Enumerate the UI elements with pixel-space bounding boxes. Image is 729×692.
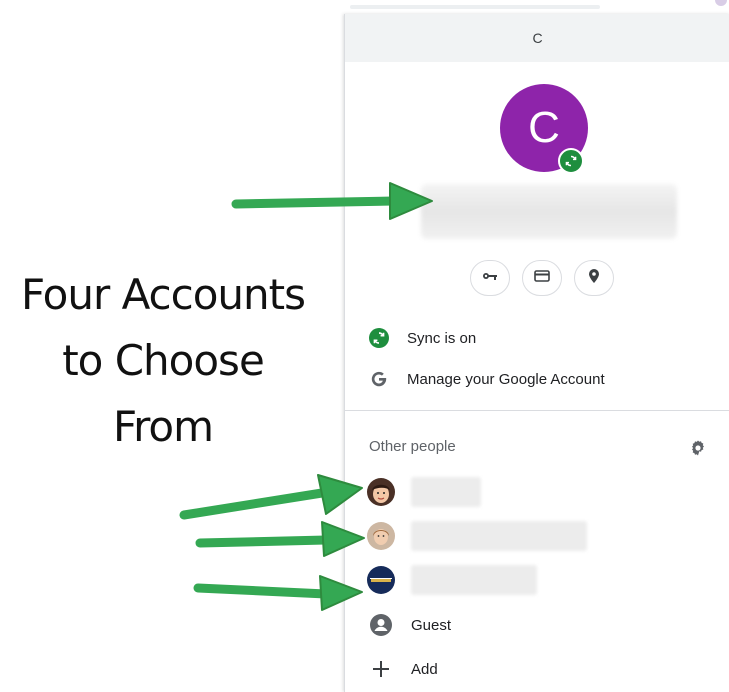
add-label: Add: [411, 660, 438, 678]
profile-menu-panel: C C Sync is on Manage your Google Accoun…: [344, 14, 729, 692]
add-person-item[interactable]: Add: [369, 657, 438, 681]
credit-card-icon: [533, 267, 551, 290]
manage-account-label: Manage your Google Account: [407, 370, 605, 388]
annotation-line-1: Four Accounts: [20, 270, 306, 319]
gear-icon[interactable]: [688, 438, 708, 458]
toolbar-edge: [350, 5, 600, 9]
person-name-redacted: [411, 565, 537, 595]
browser-toolbar-strip: [340, 0, 729, 12]
profile-avatar-wrap[interactable]: C: [500, 84, 588, 174]
addresses-button[interactable]: [574, 260, 614, 296]
guest-account-icon: [369, 613, 393, 637]
location-pin-icon: [585, 267, 603, 290]
person-avatar: [367, 522, 395, 550]
manage-google-account-item[interactable]: Manage your Google Account: [367, 367, 605, 391]
sync-badge-icon: [558, 148, 584, 174]
annotation-line-3: From: [112, 402, 214, 451]
guest-label: Guest: [411, 616, 452, 634]
other-people-title: Other people: [369, 438, 456, 455]
person-avatar: [367, 478, 395, 506]
guest-item[interactable]: Guest: [369, 613, 451, 637]
key-icon: [481, 267, 499, 290]
person-name-redacted: [411, 521, 587, 551]
arrow-to-person-3: [193, 575, 363, 611]
payment-methods-button[interactable]: [522, 260, 562, 296]
panel-header: C: [345, 14, 729, 62]
panel-header-title: C: [532, 30, 543, 46]
annotation-line-2: to Choose: [62, 336, 265, 385]
sync-status-item[interactable]: Sync is on: [367, 326, 476, 350]
sync-icon: [367, 326, 391, 350]
arrow-to-person-2: [195, 521, 365, 557]
quick-actions: [470, 260, 614, 296]
section-divider: [345, 410, 729, 411]
sync-status-label: Sync is on: [407, 329, 477, 347]
arrow-to-person-1: [179, 474, 363, 520]
passwords-button[interactable]: [470, 260, 510, 296]
annotation-text: Four Accounts to Choose From: [8, 262, 318, 460]
google-g-icon: [367, 367, 391, 391]
other-person-3[interactable]: [367, 565, 537, 595]
profile-button-edge[interactable]: [715, 0, 727, 6]
other-person-2[interactable]: [367, 521, 587, 551]
plus-icon: [369, 657, 393, 681]
other-person-1[interactable]: [367, 477, 481, 507]
person-name-redacted: [411, 477, 481, 507]
person-avatar: [367, 566, 395, 594]
account-name-email-redacted: [421, 184, 677, 239]
avatar-letter: C: [528, 103, 560, 152]
